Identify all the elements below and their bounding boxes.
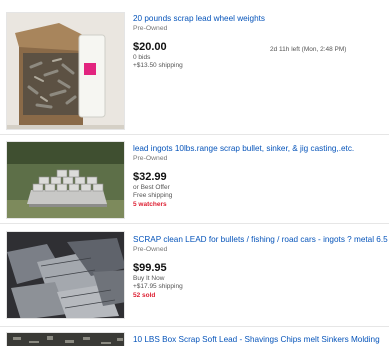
scrap-lead-sheets-photo — [7, 232, 124, 318]
listing-info: lead ingots 10lbs.range scrap bullet, si… — [133, 134, 389, 209]
scrap-lead-shavings-photo — [7, 333, 124, 346]
listing-image[interactable] — [6, 231, 125, 319]
listing-item: 10 LBS Box Scrap Soft Lead - Shavings Ch… — [0, 326, 389, 346]
listing-image[interactable] — [6, 332, 125, 346]
listing-item: 20 pounds scrap lead wheel weights Pre-O… — [0, 0, 389, 133]
item-condition: Pre-Owned — [133, 246, 168, 253]
listing-title-link[interactable]: lead ingots 10lbs.range scrap bullet, si… — [133, 143, 389, 154]
item-price: $32.99 — [133, 171, 167, 183]
box-of-wheel-weights-photo — [7, 13, 124, 129]
listing-image[interactable] — [6, 12, 125, 130]
watcher-count: 5 watchers — [133, 200, 167, 208]
item-price: $99.95 — [133, 262, 167, 274]
item-condition: Pre-Owned — [133, 155, 168, 162]
buying-format: Buy It Now — [133, 275, 165, 282]
shipping-cost: Free shipping — [133, 192, 173, 200]
shipping-cost: +$13.50 shipping — [133, 62, 183, 70]
listing-title-link[interactable]: 10 LBS Box Scrap Soft Lead - Shavings Ch… — [133, 334, 389, 345]
listing-title-link[interactable]: 20 pounds scrap lead wheel weights — [133, 13, 389, 24]
listing-image[interactable] — [6, 141, 125, 219]
item-price: $20.00 — [133, 41, 167, 53]
listing-info: 20 pounds scrap lead wheel weights Pre-O… — [133, 0, 389, 71]
buying-format: or Best Offer — [133, 184, 170, 191]
listing-info: 10 LBS Box Scrap Soft Lead - Shavings Ch… — [133, 326, 389, 345]
item-condition: Pre-Owned — [133, 25, 168, 32]
listing-title-link[interactable]: SCRAP clean LEAD for bullets / fishing /… — [133, 234, 389, 245]
bid-count: 0 bids — [133, 54, 151, 61]
listing-item: SCRAP clean LEAD for bullets / fishing /… — [0, 223, 389, 325]
listing-info: SCRAP clean LEAD for bullets / fishing /… — [133, 223, 389, 300]
listing-item: lead ingots 10lbs.range scrap bullet, si… — [0, 134, 389, 222]
time-left: 2d 11h left (Mon, 2:48 PM) — [270, 46, 347, 53]
sold-count: 52 sold — [133, 291, 156, 299]
shipping-cost: +$17.95 shipping — [133, 283, 183, 291]
lead-ingots-photo — [7, 142, 124, 218]
